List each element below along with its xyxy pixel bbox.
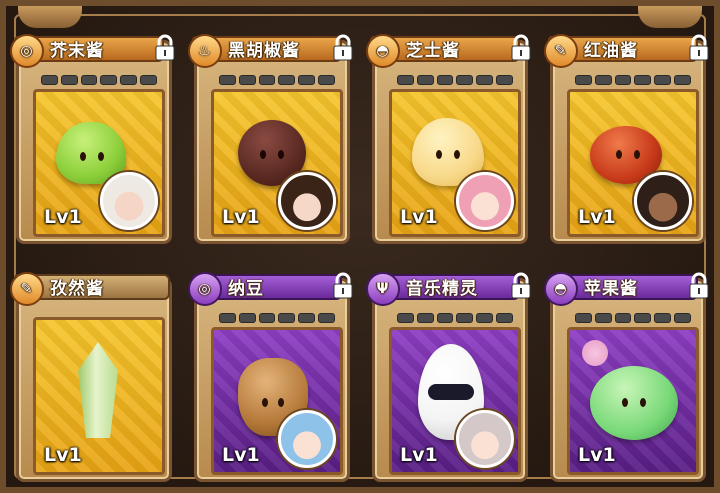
character-avatar [278,410,336,468]
star-slots [575,313,691,323]
card-title-bar: ♨ 黑胡椒酱 [188,34,353,68]
star-slots [219,313,335,323]
portrait: Lv1 [567,327,699,475]
card-red-oil-sauce[interactable]: Lv1 ✎ 红油酱 [544,30,709,244]
card-name: 黑胡椒酱 [228,41,300,61]
knife-icon: ✎ [544,34,578,68]
apple-blob-image [590,366,678,440]
card-frame: Lv1 [550,278,706,482]
card-name: 孜然酱 [50,279,104,299]
card-title-bar: ✎ 孜然酱 [10,272,170,306]
card-cheese-sauce[interactable]: Lv1 ◓ 芝士酱 [366,30,531,244]
star-slots [219,75,335,85]
lock-icon [155,34,175,61]
knife-icon: ✎ [10,272,44,306]
frame-ornament-right [638,6,702,28]
star-slots [41,75,157,85]
card-title-bar: ◓ 苹果酱 [544,272,709,306]
card-apple-sauce[interactable]: Lv1 ◓ 苹果酱 [544,268,709,482]
level-label: Lv1 [400,444,438,466]
lock-icon [511,272,531,299]
portrait: Lv1 [33,317,165,475]
card-frame: Lv1 [550,40,706,244]
card-cumin-sauce[interactable]: Lv1 ✎ 孜然酱 [10,268,172,482]
card-frame: Lv1 [372,40,528,244]
card-natto[interactable]: Lv1 ◎ 纳豆 [188,268,353,482]
portrait: Lv1 [33,89,165,237]
dish-icon: ◎ [188,272,222,306]
level-label: Lv1 [578,444,616,466]
card-name: 红油酱 [584,41,638,61]
card-name: 芝士酱 [406,41,460,61]
card-music-spirit[interactable]: Lv1 Ψ 音乐精灵 [366,268,531,482]
portrait: Lv1 [389,327,521,475]
star-slots [397,313,513,323]
card-frame: Lv1 [194,278,350,482]
card-title-bar: ◓ 芝士酱 [366,34,531,68]
card-frame: Lv1 [16,278,172,482]
cake-icon: ◓ [366,34,400,68]
card-title-bar: ✎ 红油酱 [544,34,709,68]
lock-icon [689,272,709,299]
star-slots [397,75,513,85]
level-label: Lv1 [222,444,260,466]
level-label: Lv1 [222,206,260,228]
card-black-pepper-sauce[interactable]: Lv1 ♨ 黑胡椒酱 [188,30,353,244]
level-label: Lv1 [44,206,82,228]
frame-ornament-left [18,6,82,28]
character-avatar [456,410,514,468]
lock-icon [333,272,353,299]
lock-icon [689,34,709,61]
bowl-icon: ♨ [188,34,222,68]
cake-icon: ◓ [544,272,578,306]
portrait: Lv1 [211,327,343,475]
card-title-bar: Ψ 音乐精灵 [366,272,531,306]
dish-icon: ◎ [10,34,44,68]
card-name: 音乐精灵 [406,279,478,299]
card-name: 纳豆 [228,279,264,299]
portrait: Lv1 [567,89,699,237]
card-name: 苹果酱 [584,279,638,299]
card-frame: Lv1 [194,40,350,244]
cumin-crystal-image [78,342,118,438]
fork-icon: Ψ [366,272,400,306]
flower-decoration [582,340,608,366]
character-avatar [456,172,514,230]
portrait: Lv1 [211,89,343,237]
character-avatar [100,172,158,230]
star-slots [575,75,691,85]
level-label: Lv1 [44,444,82,466]
character-avatar [278,172,336,230]
card-name: 芥末酱 [50,41,104,61]
card-frame: Lv1 [372,278,528,482]
level-label: Lv1 [400,206,438,228]
card-title-bar: ◎ 芥末酱 [10,34,175,68]
card-frame: Lv1 [16,40,172,244]
card-mustard-sauce[interactable]: Lv1 ◎ 芥末酱 [10,30,175,244]
card-title-bar: ◎ 纳豆 [188,272,353,306]
character-avatar [634,172,692,230]
portrait: Lv1 [389,89,521,237]
lock-icon [511,34,531,61]
level-label: Lv1 [578,206,616,228]
lock-icon [333,34,353,61]
